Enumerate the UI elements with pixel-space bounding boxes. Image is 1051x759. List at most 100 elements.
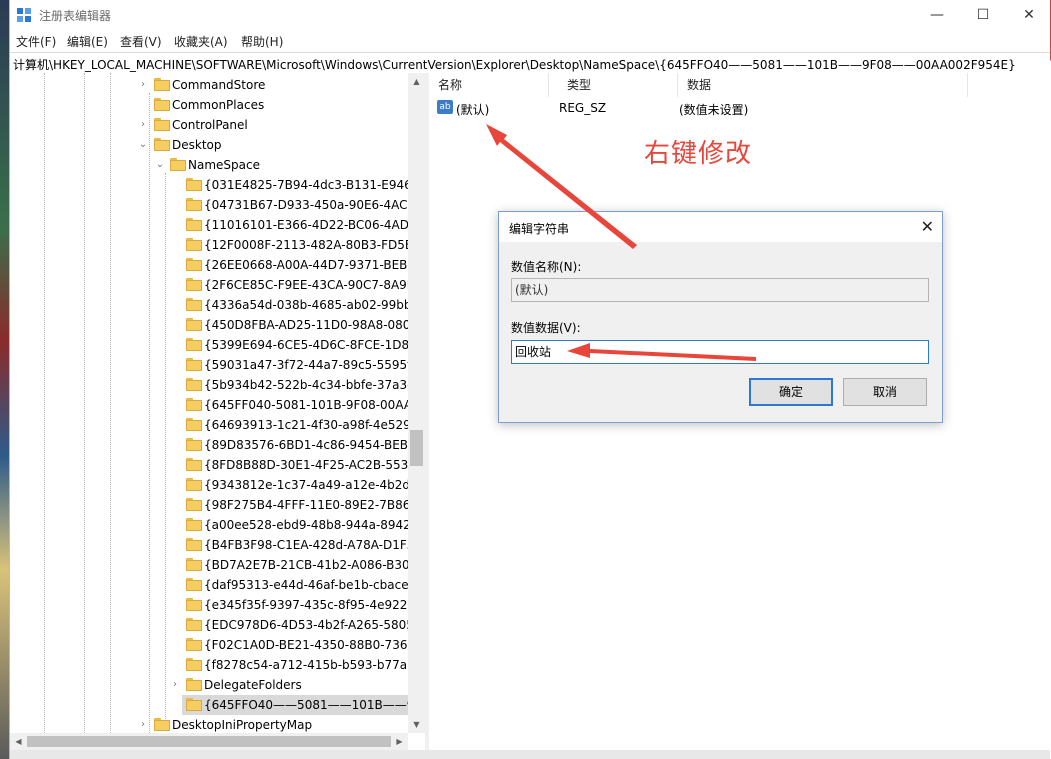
- menu-edit[interactable]: 编辑(E): [67, 33, 108, 50]
- tree-item-label: {89D83576-6BD1-4c86-9454-BEB04E: [204, 438, 425, 452]
- dialog-close-icon[interactable]: ✕: [921, 217, 934, 236]
- tree-item[interactable]: {f8278c54-a712-415b-b593-b77a2be: [10, 655, 425, 675]
- menu-view[interactable]: 查看(V): [120, 33, 162, 50]
- edit-string-dialog: 编辑字符串 ✕ 数值名称(N): (默认) 数值数据(V): 回收站 确定 取消: [498, 211, 943, 423]
- minimize-icon[interactable]: —: [914, 0, 960, 30]
- tree-item[interactable]: {5399E694-6CE5-4D6C-8FCE-1D8870: [10, 335, 425, 355]
- tree-item-label: {98F275B4-4FFF-11E0-89E2-7B86DFD: [204, 498, 425, 512]
- tree-item[interactable]: {11016101-E366-4D22-BC06-4ADA33: [10, 215, 425, 235]
- expand-right-icon[interactable]: ›: [138, 75, 148, 95]
- menu-help[interactable]: 帮助(H): [241, 33, 283, 50]
- expand-down-icon[interactable]: ⌄: [155, 155, 165, 175]
- folder-icon: [186, 358, 202, 371]
- tree-item-label: {11016101-E366-4D22-BC06-4ADA33: [204, 218, 425, 232]
- tree-horizontal-scrollbar[interactable]: ◀ ▶: [10, 733, 408, 750]
- status-bar: [10, 750, 1050, 759]
- tree-item[interactable]: {89D83576-6BD1-4c86-9454-BEB04E: [10, 435, 425, 455]
- tree-item-label: {031E4825-7B94-4dc3-B131-E946B44: [204, 178, 425, 192]
- tree-item[interactable]: {EDC978D6-4D53-4b2f-A265-580567: [10, 615, 425, 635]
- scroll-thumb-horizontal[interactable]: [27, 736, 391, 747]
- tree-item-label: {645FF040-5081-101B-9F08-00AA002: [204, 398, 425, 412]
- folder-icon: [186, 198, 202, 211]
- address-path[interactable]: 计算机\HKEY_LOCAL_MACHINE\SOFTWARE\Microsof…: [13, 56, 1016, 73]
- tree-item[interactable]: {8FD8B88D-30E1-4F25-AC2B-553D3D: [10, 455, 425, 475]
- tree-item-label: Desktop: [172, 138, 222, 152]
- tree-item-label: {f8278c54-a712-415b-b593-b77a2be: [204, 658, 425, 672]
- maximize-icon[interactable]: ☐: [960, 0, 1006, 30]
- value-data-input[interactable]: 回收站: [511, 340, 929, 364]
- tree-item-label: NameSpace: [188, 158, 260, 172]
- cancel-button[interactable]: 取消: [843, 378, 927, 406]
- scroll-down-icon[interactable]: ▼: [408, 716, 425, 733]
- scroll-right-icon[interactable]: ▶: [391, 733, 408, 750]
- value-type: REG_SZ: [559, 101, 607, 115]
- value-name-label: 数值名称(N):: [511, 260, 582, 274]
- tree-item[interactable]: › DelegateFolders: [10, 675, 408, 695]
- tree-item[interactable]: {12F0008F-2113-482A-80B3-FD5E91C: [10, 235, 425, 255]
- column-header-name[interactable]: 名称: [429, 73, 549, 97]
- tree-item[interactable]: {04731B67-D933-450a-90E6-4ACD2E: [10, 195, 425, 215]
- folder-icon: [154, 138, 170, 151]
- value-row[interactable]: ab (默认) REG_SZ (数值未设置): [429, 98, 1049, 118]
- folder-icon: [186, 658, 202, 671]
- dialog-title-bar[interactable]: 编辑字符串 ✕: [499, 212, 942, 242]
- tree-item[interactable]: {98F275B4-4FFF-11E0-89E2-7B86DFD: [10, 495, 425, 515]
- tree-item[interactable]: {B4FB3F98-C1EA-428d-A78A-D1F565: [10, 535, 425, 555]
- tree-item[interactable]: {645FFO40——5081——101B——9F0: [182, 695, 425, 715]
- expand-right-icon[interactable]: ›: [138, 115, 148, 135]
- close-icon[interactable]: ✕: [1006, 0, 1051, 30]
- scroll-thumb[interactable]: [410, 430, 423, 466]
- scroll-left-icon[interactable]: ◀: [10, 733, 27, 750]
- tree-item-label: {F02C1A0D-BE21-4350-88B0-7367FC: [204, 638, 425, 652]
- menu-file[interactable]: 文件(F): [16, 33, 56, 50]
- tree-item-label: {8FD8B88D-30E1-4F25-AC2B-553D3D: [204, 458, 425, 472]
- tree-item[interactable]: {a00ee528-ebd9-48b8-944a-8942113: [10, 515, 425, 535]
- tree-item[interactable]: {e345f35f-9397-435c-8f95-4e922c262: [10, 595, 425, 615]
- tree-vertical-scrollbar[interactable]: ▲ ▼: [408, 73, 425, 733]
- tree-item[interactable]: {031E4825-7B94-4dc3-B131-E946B44: [10, 175, 425, 195]
- tree-item[interactable]: {450D8FBA-AD25-11D0-98A8-080036: [10, 315, 425, 335]
- column-header-type[interactable]: 类型: [558, 73, 678, 97]
- folder-icon: [186, 698, 202, 711]
- tree-item-label: {5b934b42-522b-4c34-bbfe-37a3ef7: [204, 378, 425, 392]
- tree-item[interactable]: {BD7A2E7B-21CB-41b2-A086-B30968: [10, 555, 425, 575]
- menu-favorites[interactable]: 收藏夹(A): [174, 33, 228, 50]
- tree-item-label: {a00ee528-ebd9-48b8-944a-8942113: [204, 518, 425, 532]
- tree-item[interactable]: {2F6CE85C-F9EE-43CA-90C7-8A9BD5: [10, 275, 425, 295]
- tree-item[interactable]: {64693913-1c21-4f30-a98f-4e52906c: [10, 415, 425, 435]
- folder-icon: [154, 98, 170, 111]
- value-data-label: 数值数据(V):: [511, 321, 581, 335]
- expand-right-icon[interactable]: ›: [170, 675, 180, 695]
- tree-item[interactable]: {F02C1A0D-BE21-4350-88B0-7367FC: [10, 635, 425, 655]
- expand-down-icon[interactable]: ⌄: [138, 135, 148, 155]
- tree-item[interactable]: {645FF040-5081-101B-9F08-00AA002: [10, 395, 425, 415]
- address-bar[interactable]: 计算机\HKEY_LOCAL_MACHINE\SOFTWARE\Microsof…: [10, 52, 1050, 74]
- tree-item[interactable]: ⌄ Desktop: [10, 135, 408, 155]
- tree-item[interactable]: {26EE0668-A00A-44D7-9371-BEB064: [10, 255, 425, 275]
- ok-button[interactable]: 确定: [749, 378, 833, 406]
- tree-item[interactable]: {daf95313-e44d-46af-be1b-cbacea2c: [10, 575, 425, 595]
- folder-icon: [186, 578, 202, 591]
- tree-item[interactable]: ⌄ NameSpace: [10, 155, 408, 175]
- column-header-data[interactable]: 数据: [678, 73, 968, 97]
- folder-icon: [186, 558, 202, 571]
- scroll-up-icon[interactable]: ▲: [408, 73, 425, 90]
- folder-icon: [186, 618, 202, 631]
- tree-item[interactable]: {9343812e-1c37-4a49-a12e-4b2d810: [10, 475, 425, 495]
- tree-item-label: {B4FB3F98-C1EA-428d-A78A-D1F565: [204, 538, 425, 552]
- expand-right-icon[interactable]: ›: [138, 715, 148, 735]
- dialog-title: 编辑字符串: [509, 222, 570, 236]
- regedit-app-icon: [17, 8, 31, 22]
- tree-item[interactable]: › DesktopIniPropertyMap: [10, 715, 408, 735]
- window-title: 注册表编辑器: [39, 9, 112, 23]
- folder-icon: [186, 338, 202, 351]
- title-bar[interactable]: 注册表编辑器 — ☐ ✕: [10, 0, 1050, 30]
- tree-item[interactable]: CommonPlaces: [10, 95, 408, 115]
- folder-icon: [154, 118, 170, 131]
- tree-item[interactable]: {5b934b42-522b-4c34-bbfe-37a3ef7: [10, 375, 425, 395]
- tree-item[interactable]: › ControlPanel: [10, 115, 408, 135]
- folder-icon: [186, 398, 202, 411]
- tree-item[interactable]: › CommandStore: [10, 75, 408, 95]
- tree-item[interactable]: {4336a54d-038b-4685-ab02-99bb52: [10, 295, 425, 315]
- tree-item[interactable]: {59031a47-3f72-44a7-89c5-5595fe6b: [10, 355, 425, 375]
